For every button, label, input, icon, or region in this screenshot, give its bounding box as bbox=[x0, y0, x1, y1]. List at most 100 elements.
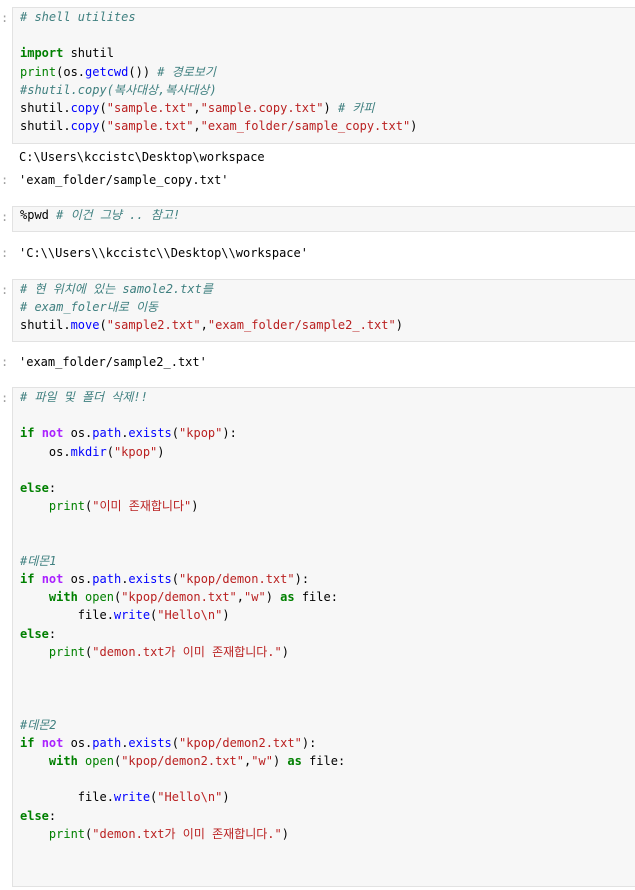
code-token: "sample.txt" bbox=[106, 101, 194, 115]
code-token: "exam_folder/sample2_.txt" bbox=[207, 318, 396, 333]
code-token: "이미 존재합니다" bbox=[92, 499, 192, 514]
code-line: else: bbox=[20, 807, 56, 825]
code-token: ) bbox=[410, 119, 418, 134]
code-token: "kpop/demon2.txt" bbox=[121, 754, 245, 768]
code-token: # 이건 그냥 .. 참고! bbox=[56, 208, 181, 222]
code-token: ) bbox=[272, 754, 288, 768]
code-token: "exam_folder/sample_copy.txt" bbox=[200, 119, 411, 134]
code-line: # shell utilites bbox=[20, 8, 136, 26]
code-token: , bbox=[236, 590, 245, 605]
code-token: shutil bbox=[63, 46, 114, 61]
code-line: print("demon.txt가 이미 존재합니다.") bbox=[20, 643, 289, 661]
code-token: ()) bbox=[128, 64, 158, 79]
code-token: print bbox=[48, 499, 86, 514]
code-token: not bbox=[41, 426, 64, 441]
output-text: C:\Users\kccistc\Desktop\workspace bbox=[19, 150, 265, 164]
code-token: "w" bbox=[251, 754, 273, 768]
code-token: "kpop/demon.txt" bbox=[179, 572, 295, 586]
code-token: os. bbox=[63, 735, 93, 750]
code-token: : bbox=[48, 481, 57, 495]
input-prompt: : bbox=[1, 11, 9, 25]
code-token: ( bbox=[171, 426, 180, 441]
code-token: path bbox=[92, 426, 122, 441]
code-token: os. bbox=[20, 444, 71, 459]
code-token: ) bbox=[191, 499, 199, 514]
code-token: ( bbox=[99, 119, 107, 134]
code-line: #데몬1 bbox=[20, 552, 57, 570]
code-token: "Hello\n" bbox=[157, 608, 223, 623]
code-input-area[interactable]: %pwd # 이건 그냥 .. 참고! bbox=[12, 206, 635, 232]
code-line: print("이미 존재합니다") bbox=[20, 497, 199, 515]
code-line: #데몬2 bbox=[20, 716, 57, 734]
code-line: # 파일 및 폴더 삭제!! bbox=[20, 388, 148, 406]
code-token: "kpop/demon.txt" bbox=[121, 590, 237, 605]
code-token: shutil. bbox=[20, 318, 71, 333]
code-token: "demon.txt가 이미 존재합니다." bbox=[92, 644, 282, 659]
code-line: if not os.path.exists("kpop"): bbox=[20, 424, 237, 442]
code-line: %pwd # 이건 그냥 .. 참고! bbox=[20, 206, 180, 224]
code-token: path bbox=[92, 572, 122, 586]
code-token: "kpop" bbox=[113, 444, 158, 459]
code-line: #shutil.copy(복사대상,복사대상) bbox=[20, 81, 217, 99]
output-text: 'exam_folder/sample2_.txt' bbox=[19, 355, 207, 369]
code-line: shutil.copy("sample.txt","sample.copy.tx… bbox=[20, 99, 374, 117]
code-input-area[interactable]: # 파일 및 폴더 삭제!! if not os.path.exists("kpo… bbox=[12, 387, 635, 887]
output-prompt: : bbox=[1, 355, 9, 369]
code-token: os. bbox=[63, 426, 93, 441]
code-token: #shutil.copy(복사대상,복사대상) bbox=[20, 82, 217, 97]
code-line: shutil.move("sample2.txt","exam_folder/s… bbox=[20, 316, 403, 334]
code-token: "kpop/demon2.txt" bbox=[179, 735, 302, 750]
code-token: open bbox=[85, 754, 114, 768]
code-token: %pwd bbox=[20, 208, 57, 222]
code-token: exists bbox=[128, 735, 172, 750]
code-token: move bbox=[70, 318, 100, 333]
code-token: if bbox=[20, 426, 35, 441]
code-token: write bbox=[113, 608, 151, 623]
code-token: ): bbox=[294, 572, 310, 586]
code-input-area[interactable]: # 현 위치에 있는 samole2.txt를 # exam_foler내로 이동… bbox=[12, 279, 635, 342]
output-prompt: : bbox=[1, 173, 9, 187]
code-token: as bbox=[280, 590, 295, 605]
code-token: path bbox=[92, 735, 122, 750]
code-token: else bbox=[20, 626, 49, 641]
code-token: ( bbox=[99, 318, 107, 333]
code-token: ) bbox=[395, 318, 403, 333]
code-token: ): bbox=[301, 735, 317, 750]
code-token: "sample.txt" bbox=[106, 119, 194, 134]
code-token: ) bbox=[281, 826, 289, 841]
code-token: ) bbox=[222, 790, 230, 805]
code-token: exists bbox=[128, 572, 172, 586]
code-token: ): bbox=[222, 426, 237, 441]
code-token: open bbox=[85, 590, 114, 605]
code-token: ) bbox=[265, 590, 281, 605]
cell-output: 'exam_folder/sample_copy.txt' bbox=[12, 171, 635, 191]
code-token: getcwd bbox=[85, 64, 129, 79]
code-token: not bbox=[41, 572, 64, 586]
code-token: else bbox=[20, 808, 49, 823]
cell-output: 'C:\\Users\\kccistc\\Desktop\\workspace' bbox=[12, 244, 635, 264]
code-token: "kpop" bbox=[179, 426, 223, 441]
code-token: file. bbox=[20, 790, 114, 805]
cell-output: C:\Users\kccistc\Desktop\workspace bbox=[12, 148, 635, 168]
code-token: ) bbox=[157, 444, 165, 459]
code-token: with bbox=[48, 754, 78, 768]
code-line: # exam_foler내로 이동 bbox=[20, 298, 158, 316]
code-token: ( bbox=[106, 444, 114, 459]
code-token: # 현 위치에 있는 samole2.txt를 bbox=[20, 282, 213, 296]
code-token: # 파일 및 폴더 삭제!! bbox=[20, 390, 148, 404]
code-token: shutil. bbox=[20, 101, 71, 115]
code-token: os. bbox=[63, 572, 93, 586]
code-token: "sample.copy.txt" bbox=[200, 101, 324, 115]
code-token: write bbox=[113, 790, 151, 805]
code-token: copy bbox=[70, 119, 100, 134]
code-input-area[interactable]: # shell utilites import shutil print(os.ge… bbox=[12, 7, 635, 144]
code-token: ) bbox=[323, 101, 338, 115]
code-token: ) bbox=[222, 608, 230, 623]
code-token: exists bbox=[128, 426, 172, 441]
